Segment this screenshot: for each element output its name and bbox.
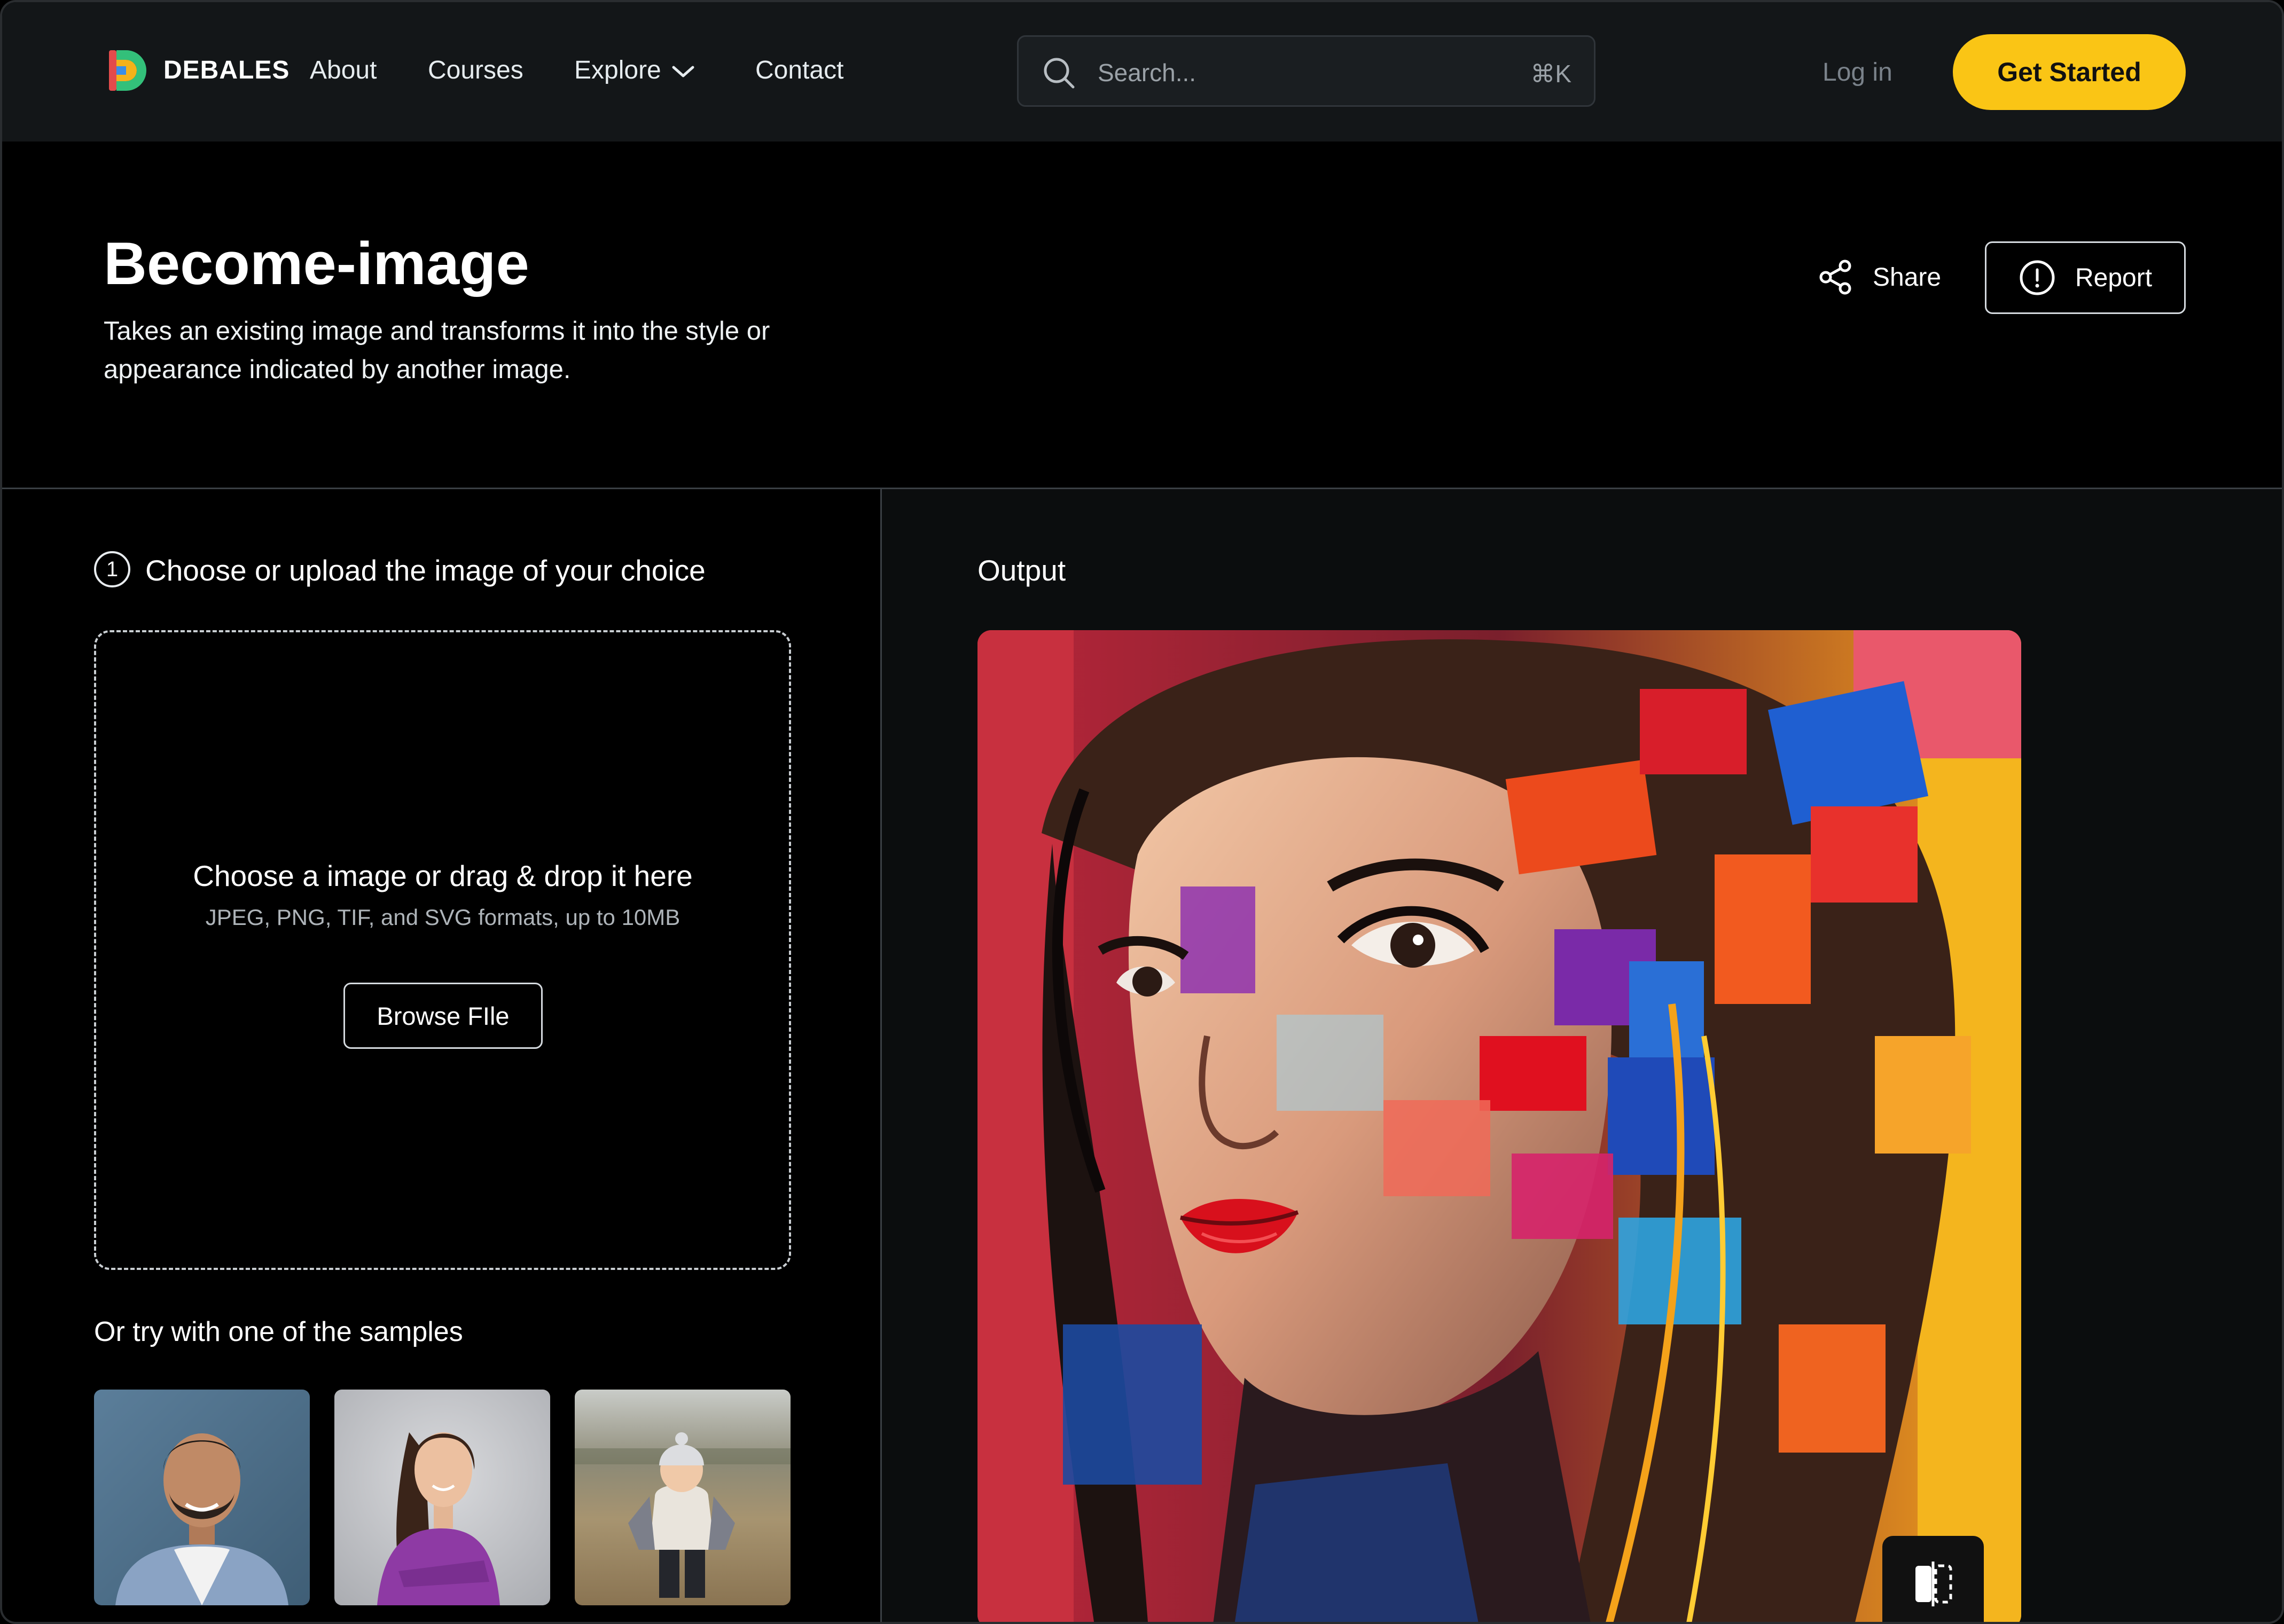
- logo-icon[interactable]: [107, 48, 148, 93]
- nav-link-courses[interactable]: Courses: [428, 56, 523, 85]
- samples-title: Or try with one of the samples: [94, 1316, 463, 1347]
- share-icon: [1819, 260, 1851, 295]
- chevron-down-icon[interactable]: [671, 65, 695, 79]
- share-button[interactable]: Share: [1817, 253, 1945, 301]
- report-label: Report: [2075, 263, 2153, 292]
- output-image: [977, 630, 2021, 1622]
- browse-file-button[interactable]: Browse FIle: [343, 983, 543, 1049]
- dropzone-subtitle: JPEG, PNG, TIF, and SVG formats, up to 1…: [205, 905, 680, 930]
- step-title: Choose or upload the image of your choic…: [145, 554, 706, 587]
- sample-image-woman[interactable]: [334, 1390, 550, 1605]
- search-icon: [1044, 58, 1075, 89]
- login-link[interactable]: Log in: [1822, 58, 1892, 87]
- sample-image-child[interactable]: [575, 1390, 791, 1605]
- compare-icon: [1915, 1562, 1952, 1606]
- get-started-button[interactable]: Get Started: [1953, 34, 2186, 110]
- nav-link-contact[interactable]: Contact: [755, 56, 843, 85]
- compare-toggle-button[interactable]: [1882, 1536, 1984, 1622]
- alert-circle-icon: [2020, 260, 2055, 295]
- output-label: Output: [977, 554, 1066, 587]
- page-title: Become-image: [104, 230, 529, 297]
- page-description: Takes an existing image and transforms i…: [104, 317, 770, 384]
- share-label: Share: [1873, 263, 1942, 292]
- search-bar[interactable]: Search... ⌘K: [1017, 35, 1595, 107]
- sample-image-man[interactable]: [94, 1390, 310, 1605]
- navbar: DEBALES About Courses Explore Contact Se…: [2, 2, 2282, 142]
- nav-link-explore[interactable]: Explore: [574, 56, 661, 85]
- upload-dropzone[interactable]: [94, 630, 791, 1270]
- report-button[interactable]: Report: [1985, 241, 2186, 314]
- dropzone-title: Choose a image or drag & drop it here: [193, 859, 693, 892]
- app-frame: DEBALES About Courses Explore Contact Se…: [0, 0, 2284, 1624]
- panel-divider: [880, 489, 882, 1622]
- search-shortcut: ⌘K: [1530, 60, 1571, 88]
- search-input[interactable]: Search...: [1098, 58, 1196, 87]
- step-number-badge: 1: [94, 551, 130, 587]
- nav-link-about[interactable]: About: [310, 56, 377, 85]
- brand-name[interactable]: DEBALES: [163, 56, 290, 85]
